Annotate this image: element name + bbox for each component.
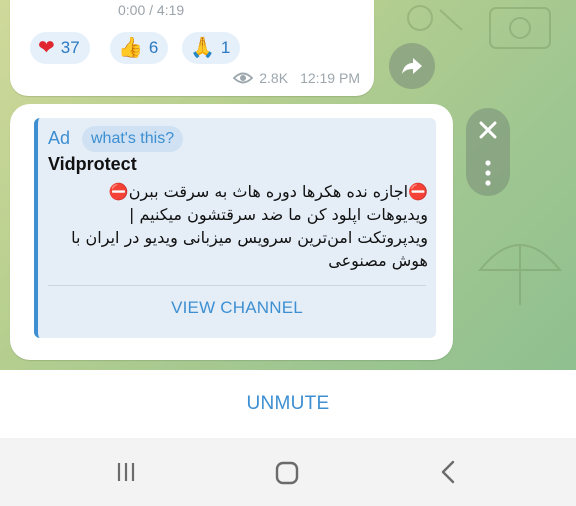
doodle-pattern bbox=[407, 5, 463, 31]
share-button[interactable] bbox=[389, 43, 435, 89]
unmute-button[interactable]: UNMUTE bbox=[246, 393, 329, 415]
bottom-action-bar: UNMUTE bbox=[0, 370, 576, 438]
system-navigation-bar bbox=[0, 438, 576, 506]
view-channel-button[interactable]: VIEW CHANNEL bbox=[38, 298, 436, 318]
divider bbox=[48, 285, 426, 286]
ad-options-panel bbox=[466, 108, 510, 196]
doodle-pattern bbox=[477, 244, 563, 305]
previous-message-bubble: 0:00 / 4:19 ❤ 37 👍 6 🙏 1 2.8K 12:19 PM bbox=[10, 0, 374, 96]
message-meta: 2.8K 12:19 PM bbox=[233, 70, 360, 86]
recent-apps-icon[interactable] bbox=[114, 460, 138, 484]
message-time: 12:19 PM bbox=[300, 70, 360, 86]
more-vertical-icon[interactable] bbox=[485, 160, 491, 186]
media-progress-text: 0:00 / 4:19 bbox=[118, 2, 185, 18]
ad-body-text: ⛔اجازه نده هکرها دوره هاث به سرقت ببرن⛔ … bbox=[71, 182, 428, 270]
pray-emoji: 🙏 bbox=[190, 37, 215, 59]
reaction-count: 1 bbox=[220, 38, 231, 57]
home-icon[interactable] bbox=[274, 460, 300, 486]
ad-label: Ad bbox=[48, 128, 71, 148]
sponsored-message-bubble: Ad what's this? Vidprotect ⛔اجازه نده هک… bbox=[10, 104, 453, 360]
ad-title: Vidprotect bbox=[48, 154, 137, 174]
close-icon[interactable] bbox=[476, 118, 500, 142]
reaction-pray[interactable]: 🙏 1 bbox=[182, 32, 241, 64]
thumbs-up-emoji: 👍 bbox=[118, 37, 143, 59]
share-arrow-icon bbox=[402, 58, 422, 74]
views-count: 2.8K bbox=[259, 70, 289, 86]
back-icon[interactable] bbox=[438, 460, 458, 484]
reaction-heart[interactable]: ❤ 37 bbox=[30, 32, 90, 64]
reaction-count: 37 bbox=[60, 38, 80, 57]
reaction-thumbs-up[interactable]: 👍 6 bbox=[110, 32, 169, 64]
doodle-pattern bbox=[489, 7, 551, 49]
whats-this-button[interactable]: what's this? bbox=[82, 126, 184, 152]
ad-card[interactable]: Ad what's this? Vidprotect ⛔اجازه نده هک… bbox=[34, 118, 436, 338]
heart-emoji: ❤ bbox=[38, 37, 55, 59]
reaction-count: 6 bbox=[148, 38, 159, 57]
eye-icon bbox=[233, 72, 254, 84]
